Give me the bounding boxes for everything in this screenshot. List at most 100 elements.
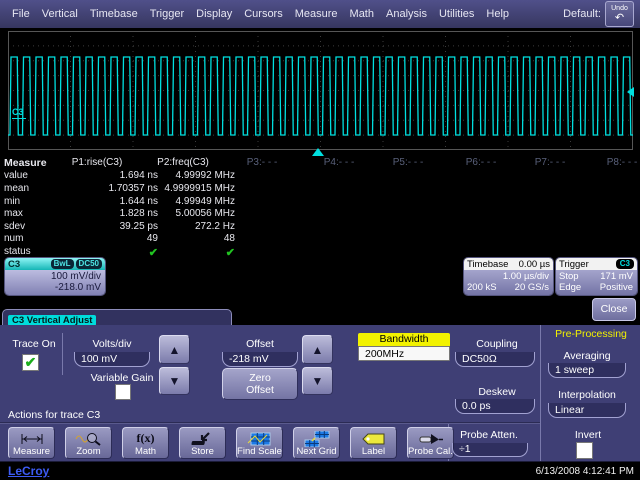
bandwidth-limit-badge: BwL — [51, 259, 74, 269]
measure-p6-header[interactable]: P6:- - - — [445, 157, 517, 168]
volts-div-up-button[interactable]: ▲ — [159, 335, 190, 364]
deskew-label: Deskew — [462, 386, 532, 398]
scope-display: C3 Measure P1:rise(C3) P2:freq(C3) P3:- … — [0, 28, 640, 308]
label-button-label: Label — [362, 446, 385, 457]
find-scale-button[interactable]: Find Scale — [236, 427, 283, 459]
zero-offset-button[interactable]: Zero Offset — [222, 368, 298, 400]
menu-timebase[interactable]: Timebase — [84, 8, 144, 20]
channel-c3-voltsdiv: 100 mV/div — [8, 271, 101, 282]
store-button-label: Store — [191, 446, 214, 457]
trace-on-label: Trace On — [6, 338, 62, 350]
tab-c3-vertical-adjust[interactable]: C3 Vertical Adjust — [2, 309, 232, 326]
timebase-samples: 200 kS — [467, 282, 497, 293]
find-scale-button-label: Find Scale — [237, 446, 282, 457]
probe-cal-button-label: Probe Cal. — [408, 446, 453, 457]
trigger-time-marker-icon[interactable] — [312, 148, 324, 156]
p2-min: 4.99949 MHz — [135, 196, 235, 207]
divider — [62, 333, 63, 375]
measure-p1-header[interactable]: P1:rise(C3) — [47, 157, 147, 168]
undo-button[interactable]: Undo ↶ — [605, 1, 634, 27]
trigger-title: Trigger — [559, 259, 589, 270]
measure-p8-header[interactable]: P8:- - - — [586, 157, 640, 168]
menu-display[interactable]: Display — [190, 8, 238, 20]
measure-p4-header[interactable]: P4:- - - — [303, 157, 375, 168]
timebase-descriptor[interactable]: Timebase 0.00 µs 1.00 µs/div 200 kS 20 G… — [464, 258, 553, 295]
menu-help[interactable]: Help — [480, 8, 515, 20]
variable-gain-label: Variable Gain — [82, 372, 162, 384]
volts-div-down-button[interactable]: ▼ — [159, 367, 190, 395]
next-grid-icon — [304, 431, 330, 446]
channel-c3-offset: -218.0 mV — [8, 282, 101, 293]
timebase-rate: 20 GS/s — [515, 282, 549, 293]
next-grid-button[interactable]: Next Grid — [293, 427, 340, 459]
math-button[interactable]: f(x) Math — [122, 427, 169, 459]
averaging-field[interactable]: 1 sweep — [548, 363, 626, 378]
probe-atten-field[interactable]: ÷1 — [452, 443, 528, 457]
offset-up-button[interactable]: ▲ — [302, 335, 333, 364]
down-arrow-icon: ▼ — [169, 374, 181, 388]
channel-c3-header: C3 BwL DC50 — [5, 258, 105, 270]
channel-c3-ground-marker[interactable]: C3 — [12, 107, 26, 119]
measure-p5-header[interactable]: P5:- - - — [372, 157, 444, 168]
measure-p3-header[interactable]: P3:- - - — [226, 157, 298, 168]
menu-math[interactable]: Math — [344, 8, 380, 20]
timebase-settings: 1.00 µs/div 200 kS 20 GS/s — [464, 270, 553, 295]
measure-table: Measure P1:rise(C3) P2:freq(C3) P3:- - -… — [0, 157, 640, 259]
trace-on-checkbox[interactable]: ✔ — [22, 354, 39, 371]
channel-c3-name: C3 — [8, 259, 20, 270]
probe-cal-button[interactable]: Probe Cal. — [407, 427, 454, 459]
timebase-delay: 0.00 µs — [519, 259, 550, 270]
offset-down-button[interactable]: ▼ — [302, 367, 333, 395]
menu-file[interactable]: File — [6, 8, 36, 20]
menu-trigger[interactable]: Trigger — [144, 8, 190, 20]
undo-arrow-icon: ↶ — [615, 13, 624, 23]
datetime: 6/13/2008 4:12:41 PM — [536, 466, 634, 477]
menu-measure[interactable]: Measure — [289, 8, 344, 20]
measure-p7-header[interactable]: P7:- - - — [514, 157, 586, 168]
menu-analysis[interactable]: Analysis — [380, 8, 433, 20]
trigger-descriptor[interactable]: Trigger C3 Stop 171 mV Edge Positive — [556, 258, 637, 295]
row-label-min: min — [4, 196, 20, 207]
divider — [540, 325, 541, 461]
menu-vertical[interactable]: Vertical — [36, 8, 84, 20]
zoom-button[interactable]: Zoom — [65, 427, 112, 459]
coupling-field[interactable]: DC50Ω — [455, 352, 535, 367]
trigger-source-badge: C3 — [616, 259, 634, 269]
next-grid-button-label: Next Grid — [296, 446, 336, 457]
menu-utilities[interactable]: Utilities — [433, 8, 480, 20]
variable-gain-checkbox[interactable] — [115, 384, 131, 400]
dialog-tab-strip: C3 Vertical Adjust Close — [0, 308, 640, 325]
p2-mean: 4.9999915 MHz — [135, 183, 235, 194]
measure-p2-header[interactable]: P2:freq(C3) — [133, 157, 233, 168]
math-fx-icon: f(x) — [137, 431, 155, 446]
deskew-field[interactable]: 0.0 ps — [455, 399, 535, 414]
row-label-sdev: sdev — [4, 221, 25, 232]
channel-c3-descriptor[interactable]: C3 BwL DC50 100 mV/div -218.0 mV — [5, 258, 105, 295]
zero-offset-line1: Zero — [223, 372, 297, 384]
label-button[interactable]: Label — [350, 427, 397, 459]
offset-field[interactable]: -218 mV — [222, 352, 298, 367]
label-tag-icon — [361, 431, 387, 446]
probe-cal-icon — [418, 431, 444, 446]
interpolation-field[interactable]: Linear — [548, 403, 626, 418]
waveform-grid[interactable]: C3 — [8, 31, 633, 150]
measure-button-label: Measure — [13, 446, 50, 457]
menu-cursors[interactable]: Cursors — [238, 8, 289, 20]
invert-checkbox[interactable] — [576, 442, 593, 459]
volts-div-field[interactable]: 100 mV — [74, 352, 150, 367]
channel-c3-settings: 100 mV/div -218.0 mV — [5, 270, 105, 295]
check-icon: ✔ — [25, 355, 37, 369]
zero-offset-line2: Offset — [223, 384, 297, 396]
offset-label: Offset — [222, 338, 298, 350]
find-scale-grid-icon — [247, 431, 273, 446]
store-button[interactable]: Store — [179, 427, 226, 459]
trigger-level-marker-icon[interactable] — [627, 87, 634, 97]
coupling-label: Coupling — [462, 338, 532, 350]
measure-button[interactable]: Measure — [8, 427, 55, 459]
close-button[interactable]: Close — [592, 298, 636, 321]
probe-atten-label: Probe Atten. — [448, 429, 530, 441]
bandwidth-field[interactable]: 200MHz — [358, 346, 450, 361]
timebase-scale: 1.00 µs/div — [503, 271, 549, 282]
row-label-status: status — [4, 246, 31, 257]
averaging-label: Averaging — [548, 350, 626, 362]
